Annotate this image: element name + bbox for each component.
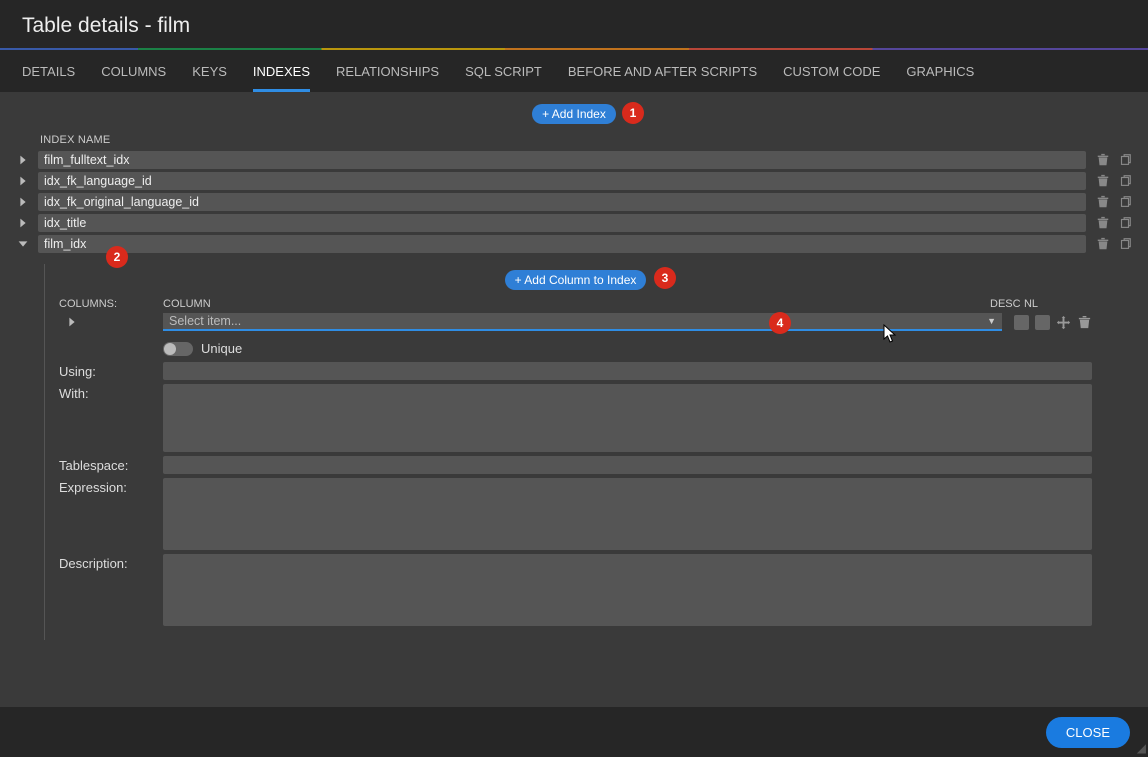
index-name-input[interactable] <box>38 214 1086 232</box>
index-list: INDEX NAME <box>0 134 1148 640</box>
with-label: With: <box>59 384 163 401</box>
chevron-down-icon[interactable] <box>16 237 32 251</box>
with-textarea[interactable] <box>163 384 1092 452</box>
tab-bar: DETAILS COLUMNS KEYS INDEXES RELATIONSHI… <box>0 50 1148 92</box>
tab-keys[interactable]: KEYS <box>192 64 227 92</box>
chevron-right-icon[interactable] <box>16 216 32 230</box>
index-row <box>16 170 1132 191</box>
chevron-right-icon[interactable] <box>16 195 32 209</box>
expression-textarea[interactable] <box>163 478 1092 550</box>
footer: CLOSE ◢ <box>0 707 1148 757</box>
index-name-input[interactable] <box>38 235 1086 253</box>
tab-indexes[interactable]: INDEXES <box>253 64 310 92</box>
tab-custom-code[interactable]: CUSTOM CODE <box>783 64 880 92</box>
index-row <box>16 212 1132 233</box>
trash-icon[interactable] <box>1096 216 1110 230</box>
nl-header: NL <box>1020 298 1042 310</box>
header-divider <box>0 48 1148 50</box>
index-name-input[interactable] <box>38 193 1086 211</box>
column-select[interactable]: Select item... ▼ <box>163 313 1002 331</box>
resize-grip-icon[interactable]: ◢ <box>1137 741 1146 755</box>
expression-label: Expression: <box>59 478 163 495</box>
copy-icon[interactable] <box>1118 174 1132 188</box>
unique-row: Unique <box>163 341 1092 356</box>
page-title: Table details - film <box>22 14 1126 38</box>
caret-down-icon: ▼ <box>987 316 996 326</box>
body-area: + Add Index 1 INDEX NAME <box>0 92 1148 719</box>
callout-4: 4 <box>769 312 791 334</box>
desc-checkbox[interactable] <box>1014 315 1029 330</box>
columns-label: COLUMNS: <box>59 298 163 310</box>
callout-1: 1 <box>622 102 644 124</box>
trash-icon[interactable] <box>1077 315 1092 330</box>
index-column-row: Select item... ▼ 4 <box>59 313 1092 331</box>
index-name-input[interactable] <box>38 172 1086 190</box>
trash-icon[interactable] <box>1096 237 1110 251</box>
tablespace-label: Tablespace: <box>59 456 163 473</box>
using-input[interactable] <box>163 362 1092 380</box>
select-placeholder: Select item... <box>169 314 241 328</box>
tab-relationships[interactable]: RELATIONSHIPS <box>336 64 439 92</box>
index-row <box>16 149 1132 170</box>
tab-sql-script[interactable]: SQL SCRIPT <box>465 64 542 92</box>
column-header: COLUMN <box>163 298 990 310</box>
chevron-right-icon[interactable] <box>16 174 32 188</box>
index-name-input[interactable] <box>38 151 1086 169</box>
copy-icon[interactable] <box>1118 153 1132 167</box>
titlebar: Table details - film <box>0 0 1148 48</box>
index-detail-panel: + Add Column to Index 3 COLUMNS: COLUMN … <box>44 264 1132 640</box>
callout-3: 3 <box>654 267 676 289</box>
tab-graphics[interactable]: GRAPHICS <box>906 64 974 92</box>
move-icon[interactable] <box>1056 315 1071 330</box>
tablespace-input[interactable] <box>163 456 1092 474</box>
copy-icon[interactable] <box>1118 195 1132 209</box>
index-row <box>16 191 1132 212</box>
chevron-right-icon[interactable] <box>16 153 32 167</box>
description-textarea[interactable] <box>163 554 1092 626</box>
copy-icon[interactable] <box>1118 237 1132 251</box>
tab-details[interactable]: DETAILS <box>22 64 75 92</box>
tab-columns[interactable]: COLUMNS <box>101 64 166 92</box>
add-index-button[interactable]: + Add Index <box>532 104 616 124</box>
desc-header: DESC <box>990 298 1020 310</box>
index-row: 2 <box>16 233 1132 254</box>
add-column-to-index-button[interactable]: + Add Column to Index <box>505 270 647 290</box>
index-name-header: INDEX NAME <box>16 134 1132 146</box>
copy-icon[interactable] <box>1118 216 1132 230</box>
add-index-row: + Add Index 1 <box>0 104 1148 124</box>
trash-icon[interactable] <box>1096 174 1110 188</box>
unique-toggle[interactable] <box>163 342 193 356</box>
close-button[interactable]: CLOSE <box>1046 717 1130 748</box>
tab-before-after-scripts[interactable]: BEFORE AND AFTER SCRIPTS <box>568 64 757 92</box>
trash-icon[interactable] <box>1096 195 1110 209</box>
column-headers: COLUMNS: COLUMN DESC NL <box>59 298 1092 310</box>
add-column-row: + Add Column to Index 3 <box>59 270 1092 290</box>
chevron-right-icon[interactable] <box>59 315 157 329</box>
description-label: Description: <box>59 554 163 571</box>
using-label: Using: <box>59 362 163 379</box>
trash-icon[interactable] <box>1096 153 1110 167</box>
nl-checkbox[interactable] <box>1035 315 1050 330</box>
unique-label: Unique <box>201 341 242 356</box>
